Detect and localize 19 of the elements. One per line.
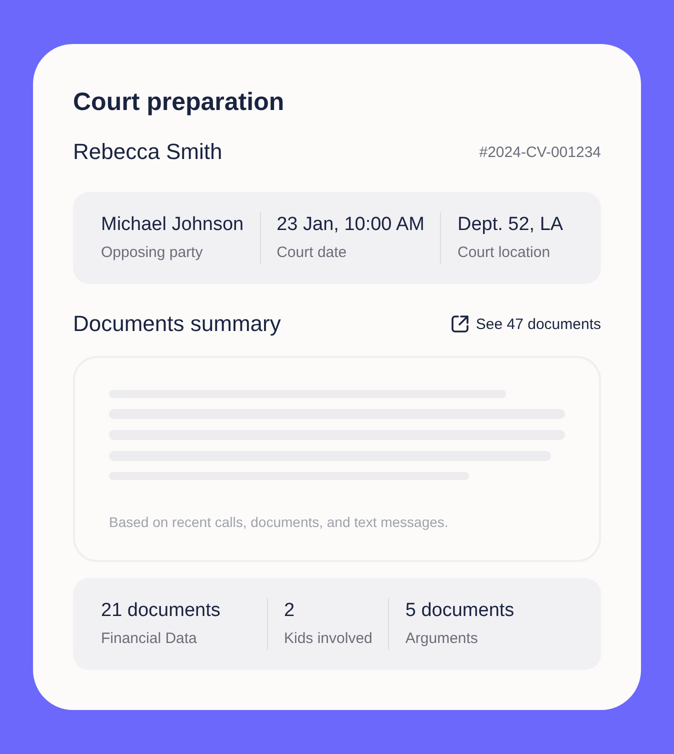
stat-label: Financial Data — [101, 629, 198, 649]
detail-value: 23 Jan, 10:00 AM — [276, 213, 424, 237]
detail-value: Michael Johnson — [101, 213, 244, 237]
page-title: Court preparation — [73, 87, 286, 118]
external-link-icon — [450, 314, 470, 334]
detail-label: Opposing party — [101, 243, 204, 263]
see-documents-link[interactable]: See 47 documents — [450, 314, 601, 334]
stat-label: Kids involved — [284, 629, 372, 649]
case-number: #2024-CV-001234 — [479, 144, 601, 160]
summary-note: Based on recent calls, documents, and text messages. — [109, 514, 450, 530]
detail-label: Court date — [276, 243, 348, 263]
stat-value: 21 documents — [101, 599, 222, 623]
section-heading: Documents summary — [73, 310, 281, 338]
client-name: Rebecca Smith — [73, 138, 222, 166]
stat-value: 5 documents — [405, 599, 514, 623]
stat-label: Arguments — [405, 629, 479, 649]
detail-label: Court location — [457, 243, 552, 263]
detail-value: Dept. 52, LA — [457, 213, 564, 237]
stat-value: 2 — [284, 599, 296, 623]
